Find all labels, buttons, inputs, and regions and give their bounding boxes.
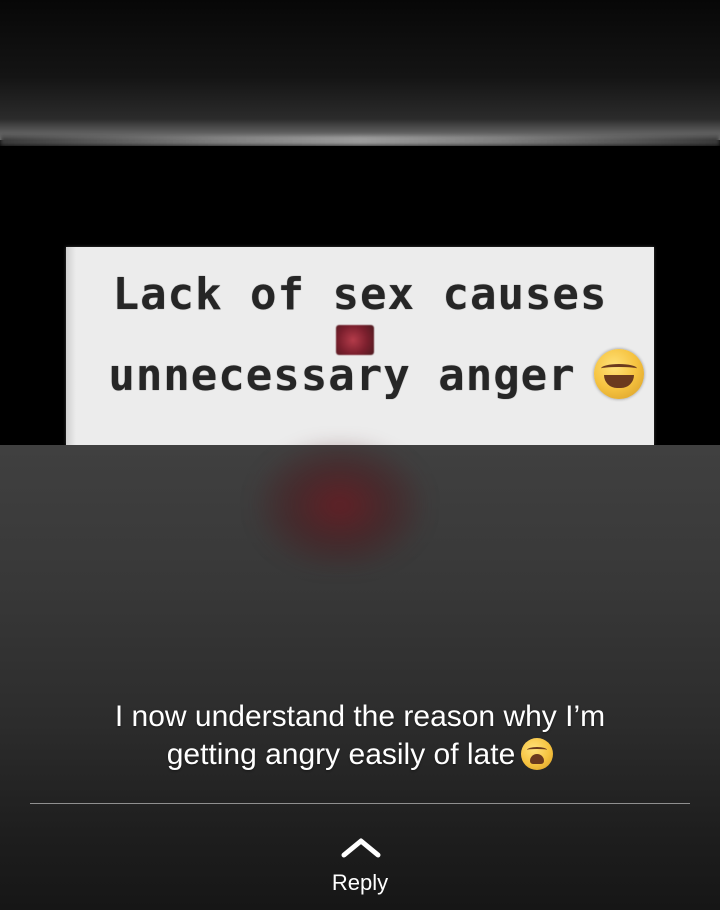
chevron-up-icon[interactable]	[341, 836, 381, 858]
weary-face-emoji-icon	[521, 738, 554, 770]
caption-divider	[30, 803, 690, 804]
laughing-emoji-icon	[594, 349, 644, 399]
caption-line-2: getting angry easily of late	[166, 738, 516, 771]
meme-text-line-1: Lack of sex causes	[112, 269, 608, 320]
meme-image: Lack of sex causes unnecessary anger	[66, 247, 654, 445]
meme-text-line-2: unnecessary anger	[108, 350, 576, 401]
caption-line-2-wrapper: getting angry easily of late	[0, 736, 720, 774]
story-caption: I now understand the reason why I’m gett…	[0, 698, 720, 774]
blurred-red-smudge	[255, 440, 425, 570]
top-highlight-line	[0, 136, 720, 146]
top-gradient-band	[0, 0, 720, 140]
caption-line-1: I now understand the reason why I’m	[114, 700, 606, 733]
reply-button[interactable]: Reply	[0, 870, 720, 896]
story-viewer: Lack of sex causes unnecessary anger I n…	[0, 0, 720, 910]
